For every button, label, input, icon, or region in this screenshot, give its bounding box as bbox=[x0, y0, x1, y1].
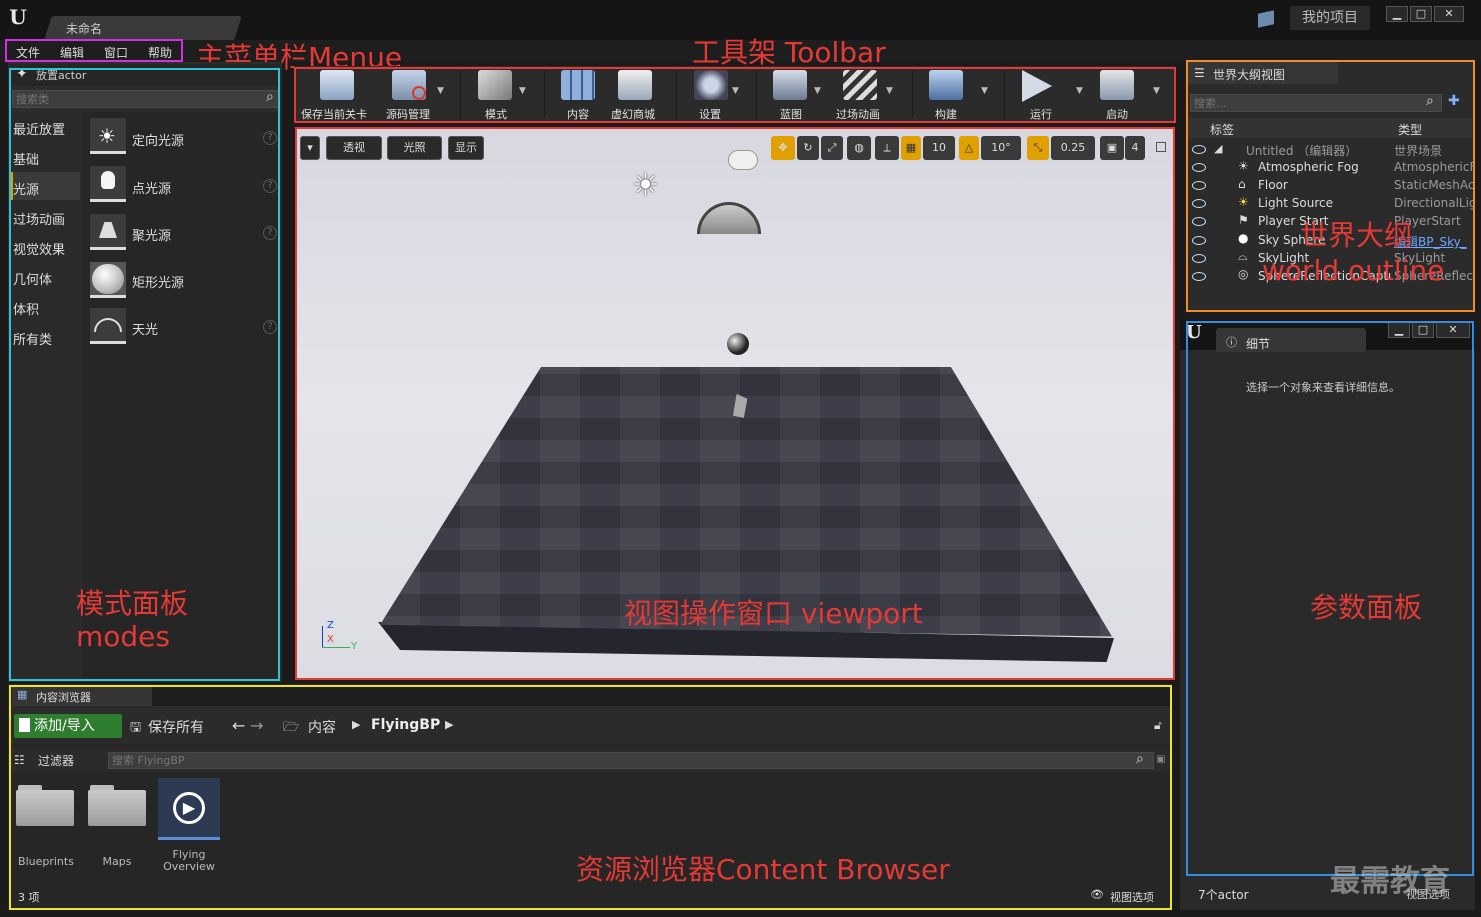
minimize-button[interactable]: ▁ bbox=[1386, 6, 1408, 22]
modes-annotation-en: modes bbox=[76, 620, 170, 653]
content-browser-annotation: 资源浏览器Content Browser bbox=[576, 853, 950, 886]
menu-highlight-box bbox=[5, 39, 183, 62]
maximize-button[interactable]: □ bbox=[1410, 6, 1432, 22]
actor-count: 7个actor bbox=[1198, 888, 1249, 902]
viewport-annotation: 视图操作窗口 viewport bbox=[624, 597, 923, 630]
close-button[interactable]: ✕ bbox=[1434, 6, 1464, 22]
outliner-annotation-cn: 世界大纲 bbox=[1300, 219, 1413, 252]
document-tab-label: 未命名 bbox=[66, 22, 103, 36]
modes-annotation-cn: 模式面板 bbox=[76, 587, 189, 620]
details-annotation: 参数面板 bbox=[1310, 591, 1423, 624]
outliner-annotation-en: world outline bbox=[1262, 254, 1445, 287]
my-project-button[interactable]: 我的项目 bbox=[1290, 6, 1370, 30]
toolbar-highlight-box bbox=[294, 67, 1176, 123]
watermark: 最需教育 bbox=[1330, 864, 1450, 899]
unreal-logo-icon: U bbox=[9, 5, 27, 29]
toolbar-annotation: 工具架 Toolbar bbox=[692, 36, 886, 69]
